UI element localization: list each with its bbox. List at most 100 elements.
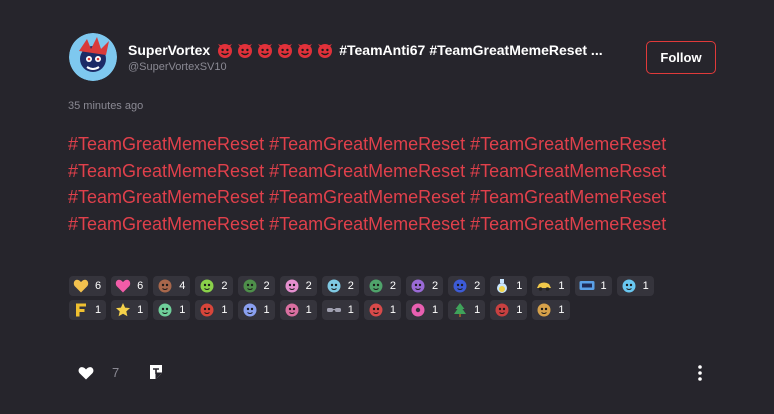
car-icon (536, 278, 552, 294)
reaction-count: 1 (263, 304, 270, 316)
devil-emoji-icon (296, 41, 314, 59)
like-count: 7 (112, 365, 120, 380)
pink-skull-icon (284, 302, 300, 318)
reaction-count: 1 (305, 304, 312, 316)
author-avatar[interactable] (69, 33, 117, 81)
donut-icon (410, 302, 426, 318)
reaction-count: 1 (600, 280, 607, 292)
author-tag: #TeamAnti67 (339, 42, 426, 58)
reaction-chip[interactable]: 2 (279, 276, 317, 296)
reaction-chip[interactable]: 2 (237, 276, 275, 296)
yellow-heart-icon (73, 278, 89, 294)
author-tag: #TeamGreatMemeReset ... (429, 42, 603, 58)
author-line: SuperVortex #TeamAnti67 #TeamGreatMemeRe… (128, 40, 633, 60)
reaction-chip[interactable]: 1 (490, 300, 528, 320)
star-icon (115, 302, 131, 318)
lizard-icon (536, 302, 552, 318)
reaction-chip[interactable]: 2 (321, 276, 359, 296)
gem-icon (242, 302, 258, 318)
turtle-icon (368, 278, 384, 294)
reaction-count: 2 (474, 280, 481, 292)
reaction-count: 2 (263, 280, 270, 292)
reaction-count: 1 (558, 280, 565, 292)
reaction-count: 2 (305, 280, 312, 292)
cat-face-icon (326, 278, 342, 294)
reaction-chip[interactable]: 2 (448, 276, 486, 296)
reaction-count: 1 (474, 304, 481, 316)
reaction-count: 1 (432, 304, 439, 316)
potion-icon (494, 278, 510, 294)
reaction-count: 4 (179, 280, 186, 292)
heart-icon[interactable] (78, 366, 94, 380)
devil-emoji-icon (276, 41, 294, 59)
post-body-line: #TeamGreatMemeReset #TeamGreatMemeReset … (68, 160, 667, 181)
more-vertical-icon[interactable] (695, 364, 705, 382)
devil-emoji-icon (236, 41, 254, 59)
more-options-button[interactable] (695, 364, 705, 387)
reaction-chip[interactable]: 1 (532, 276, 570, 296)
reaction-chip[interactable]: 1 (153, 300, 191, 320)
reaction-count: 2 (432, 280, 439, 292)
reaction-count: 2 (221, 280, 228, 292)
post-body-line: #TeamGreatMemeReset #TeamGreatMemeReset … (68, 134, 667, 154)
letter-f-icon (73, 302, 89, 318)
purple-creature-icon (410, 278, 426, 294)
reaction-count: 2 (389, 280, 396, 292)
share-button[interactable] (148, 364, 164, 385)
follow-button[interactable]: Follow (646, 41, 716, 74)
reaction-count: 1 (558, 304, 565, 316)
green-hand-icon (157, 302, 173, 318)
reaction-chip[interactable]: 1 (279, 300, 317, 320)
reaction-chip[interactable]: 1 (237, 300, 275, 320)
red-ghost-icon (368, 302, 384, 318)
reaction-count: 1 (347, 304, 354, 316)
red-dragon-icon (199, 302, 215, 318)
lol-sign-icon (579, 278, 595, 294)
reaction-chip[interactable]: 1 (616, 276, 654, 296)
police-icon (452, 278, 468, 294)
blue-cloud-icon (621, 278, 637, 294)
duck-icon (242, 278, 258, 294)
devil-emoji-icon (256, 41, 274, 59)
post-body: #TeamGreatMemeReset #TeamGreatMemeReset … (68, 131, 728, 237)
reaction-list: 6 6 4 2 2 2 2 2 2 2 1 1 1 1 1 1 1 1 1 1 1 1 1 1 1 1 (69, 276, 689, 320)
like-action[interactable]: 7 (78, 365, 119, 380)
reaction-chip[interactable]: 1 (532, 300, 570, 320)
reaction-chip[interactable]: 1 (448, 300, 486, 320)
green-creature-icon (199, 278, 215, 294)
post-body-line: #TeamGreatMemeReset #TeamGreatMemeReset … (68, 213, 667, 234)
author-handle: @SuperVortexSV10 (128, 61, 227, 73)
post-timestamp: 35 minutes ago (68, 100, 144, 112)
reaction-count: 1 (642, 280, 649, 292)
reaction-count: 1 (516, 304, 523, 316)
red-bird-icon (494, 302, 510, 318)
reaction-chip[interactable]: 2 (195, 276, 233, 296)
post-body-line: #TeamGreatMemeReset #TeamGreatMemeReset … (68, 187, 667, 207)
share-icon[interactable] (148, 364, 164, 380)
reaction-chip[interactable]: 6 (69, 276, 107, 296)
reaction-chip[interactable]: 1 (69, 300, 107, 320)
reaction-chip[interactable]: 1 (195, 300, 233, 320)
reaction-chip[interactable]: 1 (406, 300, 444, 320)
reaction-chip[interactable]: 1 (321, 300, 359, 320)
devil-emoji-icon (316, 41, 334, 59)
reaction-chip[interactable]: 1 (490, 276, 528, 296)
reaction-count: 6 (95, 280, 102, 292)
pink-heart-icon (115, 278, 131, 294)
tree-icon (452, 302, 468, 318)
reaction-chip[interactable]: 2 (406, 276, 444, 296)
author-name[interactable]: SuperVortex (128, 42, 210, 58)
reaction-chip[interactable]: 1 (363, 300, 401, 320)
reaction-chip[interactable]: 1 (574, 276, 612, 296)
reaction-count: 1 (179, 304, 186, 316)
reaction-chip[interactable]: 6 (111, 276, 149, 296)
reaction-chip[interactable]: 2 (363, 276, 401, 296)
reaction-chip[interactable]: 4 (153, 276, 191, 296)
reaction-count: 6 (137, 280, 144, 292)
reaction-count: 1 (95, 304, 102, 316)
reaction-count: 2 (347, 280, 354, 292)
devil-emoji-group (216, 41, 334, 59)
sunglasses-icon (326, 302, 342, 318)
party-hat-icon (284, 278, 300, 294)
reaction-chip[interactable]: 1 (111, 300, 149, 320)
